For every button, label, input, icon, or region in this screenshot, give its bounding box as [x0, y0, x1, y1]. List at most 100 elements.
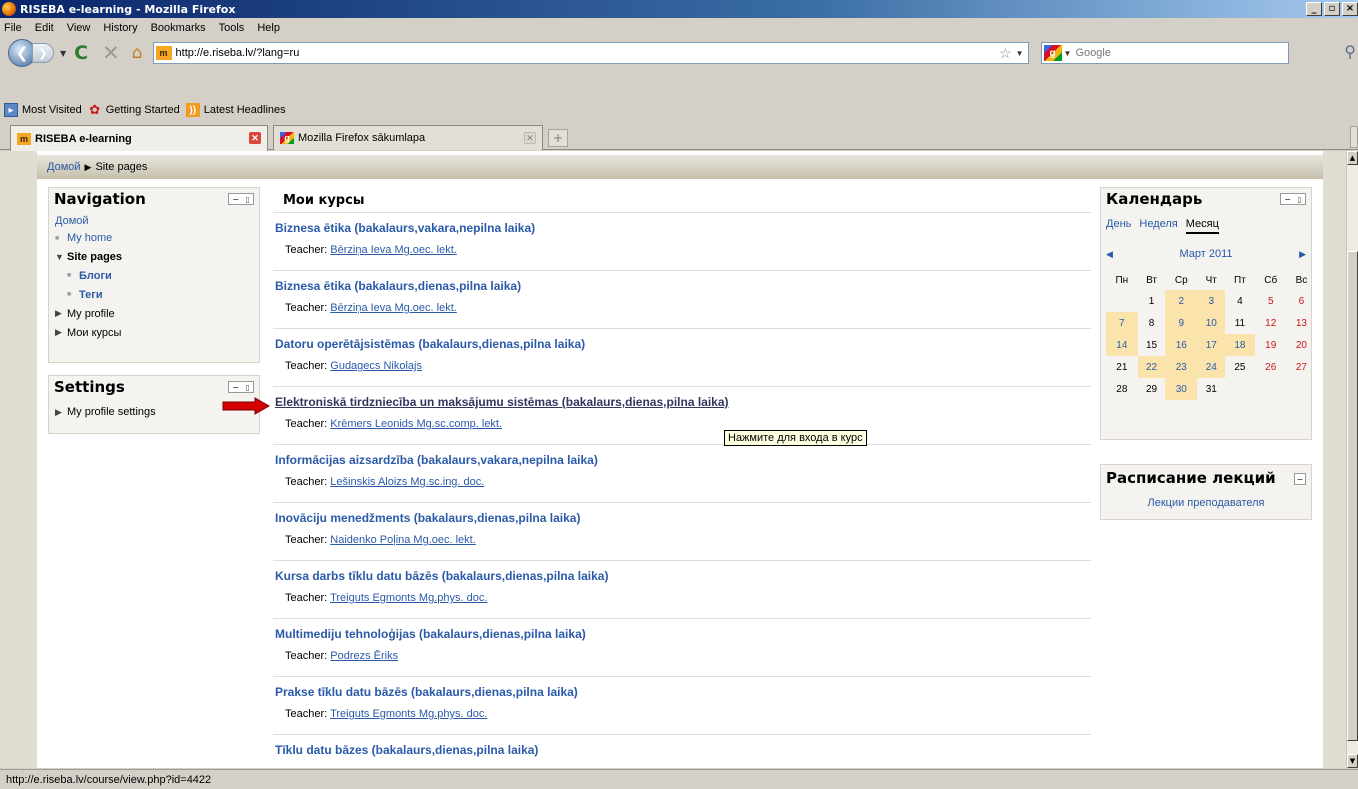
search-bar[interactable]: g ▼ Google — [1040, 42, 1289, 64]
collapsed-arrow-icon[interactable]: ▶ — [55, 308, 67, 319]
calendar-day[interactable]: 3 — [1197, 290, 1226, 312]
minimize-block-icon[interactable]: − — [1297, 475, 1304, 484]
block-controls[interactable]: − — [1294, 473, 1306, 485]
calendar-day[interactable]: 16 — [1165, 334, 1198, 356]
calendar-day[interactable]: 9 — [1165, 312, 1198, 334]
course-link[interactable]: Elektroniskā tirdzniecība un maksājumu s… — [275, 395, 1091, 413]
breadcrumb-home-link[interactable]: Домой — [47, 161, 81, 173]
maximize-icon[interactable]: ▫ — [1324, 2, 1340, 16]
reload-icon[interactable]: C — [74, 42, 88, 64]
settings-profile-label[interactable]: My profile settings — [67, 406, 156, 418]
tab-scroll-button[interactable] — [1350, 126, 1358, 148]
menu-help[interactable]: Help — [257, 22, 280, 34]
calendar-day[interactable]: 18 — [1225, 334, 1255, 356]
teacher-link[interactable]: Lešinskis Aloizs Mg.sc.ing. doc. — [330, 476, 484, 488]
nav-item-home[interactable]: Домой — [55, 212, 253, 229]
teacher-link[interactable]: Krēmers Leonids Mg.sc.comp. lekt. — [330, 418, 502, 430]
collapsed-arrow-icon[interactable]: ▶ — [55, 407, 67, 418]
course-link[interactable]: Multimediju tehnoloģijas (bakalaurs,dien… — [275, 627, 1091, 645]
calendar-day[interactable]: 7 — [1106, 312, 1138, 334]
tab-riseba[interactable]: m RISEBA e-learning ✕ — [10, 125, 268, 151]
home-icon[interactable]: ⌂ — [132, 43, 143, 63]
minimize-block-icon[interactable]: − — [232, 383, 239, 392]
tab-month[interactable]: Месяц — [1185, 218, 1219, 234]
next-month-icon[interactable]: ▶ — [1299, 249, 1306, 260]
menu-file[interactable]: File — [4, 22, 22, 34]
google-icon[interactable]: g — [1043, 45, 1062, 61]
teacher-link[interactable]: Podrezs Ēriks — [330, 650, 398, 662]
teacher-link[interactable]: Naidenko Poļina Mg.oec. lekt. — [330, 534, 476, 546]
menu-tools[interactable]: Tools — [219, 22, 245, 34]
bookmark-most-visited[interactable]: ▸ Most Visited — [4, 103, 82, 117]
nav-site-pages-label[interactable]: Site pages — [67, 251, 122, 263]
course-link[interactable]: Inovāciju menedžments (bakalaurs,dienas,… — [275, 511, 1091, 529]
dock-block-icon[interactable]: ▯ — [1297, 195, 1301, 204]
course-link[interactable]: Biznesa ētika (bakalaurs,vakara,nepilna … — [275, 221, 1091, 239]
course-link[interactable]: Tīklu datu bāzes (bakalaurs,dienas,pilna… — [275, 743, 1091, 761]
calendar-day[interactable]: 10 — [1197, 312, 1226, 334]
url-bar[interactable]: m http://e.riseba.lv/?lang=ru ☆ ▼ — [152, 42, 1029, 64]
close-icon[interactable]: × — [1342, 2, 1358, 16]
scroll-down-icon[interactable]: ▼ — [1347, 754, 1358, 768]
nav-item-my-home[interactable]: ■ My home — [55, 229, 253, 247]
dock-block-icon[interactable]: ▯ — [245, 383, 249, 392]
nav-item-blogs[interactable]: ■ Блоги — [55, 266, 253, 285]
history-dropdown-icon[interactable]: ▼ — [60, 49, 66, 58]
bookmark-star-icon[interactable]: ☆ — [999, 45, 1012, 62]
menu-bookmarks[interactable]: Bookmarks — [151, 22, 206, 34]
menu-view[interactable]: View — [67, 22, 91, 34]
nav-blogs-link[interactable]: Блоги — [79, 270, 112, 282]
scroll-up-icon[interactable]: ▲ — [1347, 151, 1358, 165]
url-dropdown-icon[interactable]: ▼ — [1016, 49, 1024, 58]
close-tab-icon[interactable]: ✕ — [524, 132, 536, 144]
bookmark-getting-started[interactable]: ✿ Getting Started — [88, 102, 179, 117]
course-link[interactable]: Kursa darbs tīklu datu bāzēs (bakalaurs,… — [275, 569, 1091, 587]
block-controls[interactable]: − ▯ — [228, 381, 254, 393]
nav-my-profile-label[interactable]: My profile — [67, 308, 115, 320]
course-link[interactable]: Prakse tīklu datu bāzēs (bakalaurs,diena… — [275, 685, 1091, 703]
tab-firefox-start[interactable]: g Mozilla Firefox sākumlapa ✕ — [273, 125, 543, 150]
teacher-link[interactable]: Treiguts Egmonts Mg.phys. doc. — [330, 592, 487, 604]
course-link[interactable]: Biznesa ētika (bakalaurs,dienas,pilna la… — [275, 279, 1091, 297]
nav-item-my-profile[interactable]: ▶ My profile — [55, 304, 253, 323]
tab-day[interactable]: День — [1106, 218, 1131, 234]
calendar-day[interactable]: 14 — [1106, 334, 1138, 356]
nav-tags-link[interactable]: Теги — [79, 289, 103, 301]
minimize-icon[interactable]: _ — [1306, 2, 1322, 16]
search-engine-dropdown-icon[interactable]: ▼ — [1064, 49, 1072, 58]
course-link[interactable]: Datoru operētājsistēmas (bakalaurs,diena… — [275, 337, 1091, 355]
minimize-block-icon[interactable]: − — [232, 195, 239, 204]
teacher-link[interactable]: Gudagecs Nikolajs — [330, 360, 422, 372]
bookmark-latest-headlines[interactable]: )) Latest Headlines — [185, 103, 286, 117]
calendar-day[interactable]: 30 — [1165, 378, 1198, 400]
teacher-link[interactable]: Treiguts Egmonts Mg.phys. doc. — [330, 708, 487, 720]
vertical-scrollbar[interactable]: ▲ ▼ — [1346, 151, 1358, 768]
nav-my-home-link[interactable]: My home — [67, 232, 112, 244]
prev-month-icon[interactable]: ◀ — [1106, 249, 1113, 260]
course-link[interactable]: Informācijas aizsardzība (bakalaurs,vaka… — [275, 453, 1091, 471]
url-text[interactable]: http://e.riseba.lv/?lang=ru — [176, 47, 1000, 59]
search-placeholder[interactable]: Google — [1075, 47, 1110, 59]
forward-icon[interactable]: ❯ — [32, 43, 54, 63]
nav-item-my-courses[interactable]: ▶ Мои курсы — [55, 323, 253, 342]
tab-week[interactable]: Неделя — [1139, 218, 1177, 234]
nav-item-tags[interactable]: ■ Теги — [55, 285, 253, 304]
calendar-day[interactable]: 23 — [1165, 356, 1198, 378]
collapsed-arrow-icon[interactable]: ▶ — [55, 327, 67, 338]
calendar-month-name[interactable]: Март 2011 — [1179, 248, 1232, 260]
close-tab-icon[interactable]: ✕ — [249, 132, 261, 144]
calendar-day[interactable]: 17 — [1197, 334, 1226, 356]
teacher-lectures-link[interactable]: Лекции преподавателя — [1148, 497, 1265, 509]
block-controls[interactable]: − ▯ — [228, 193, 254, 205]
dock-block-icon[interactable]: ▯ — [245, 195, 249, 204]
menu-edit[interactable]: Edit — [35, 22, 54, 34]
nav-home-link[interactable]: Домой — [55, 215, 89, 227]
nav-my-courses-label[interactable]: Мои курсы — [67, 327, 121, 339]
search-go-icon[interactable]: ⚲ — [1344, 42, 1356, 61]
expanded-arrow-icon[interactable]: ▼ — [55, 252, 67, 262]
scroll-thumb[interactable] — [1347, 251, 1358, 741]
teacher-link[interactable]: Bērziņa Ieva Mg.oec. lekt. — [330, 244, 457, 256]
teacher-link[interactable]: Bērziņa Ieva Mg.oec. lekt. — [330, 302, 457, 314]
stop-icon[interactable]: ✕ — [102, 41, 120, 65]
calendar-day[interactable]: 2 — [1165, 290, 1198, 312]
